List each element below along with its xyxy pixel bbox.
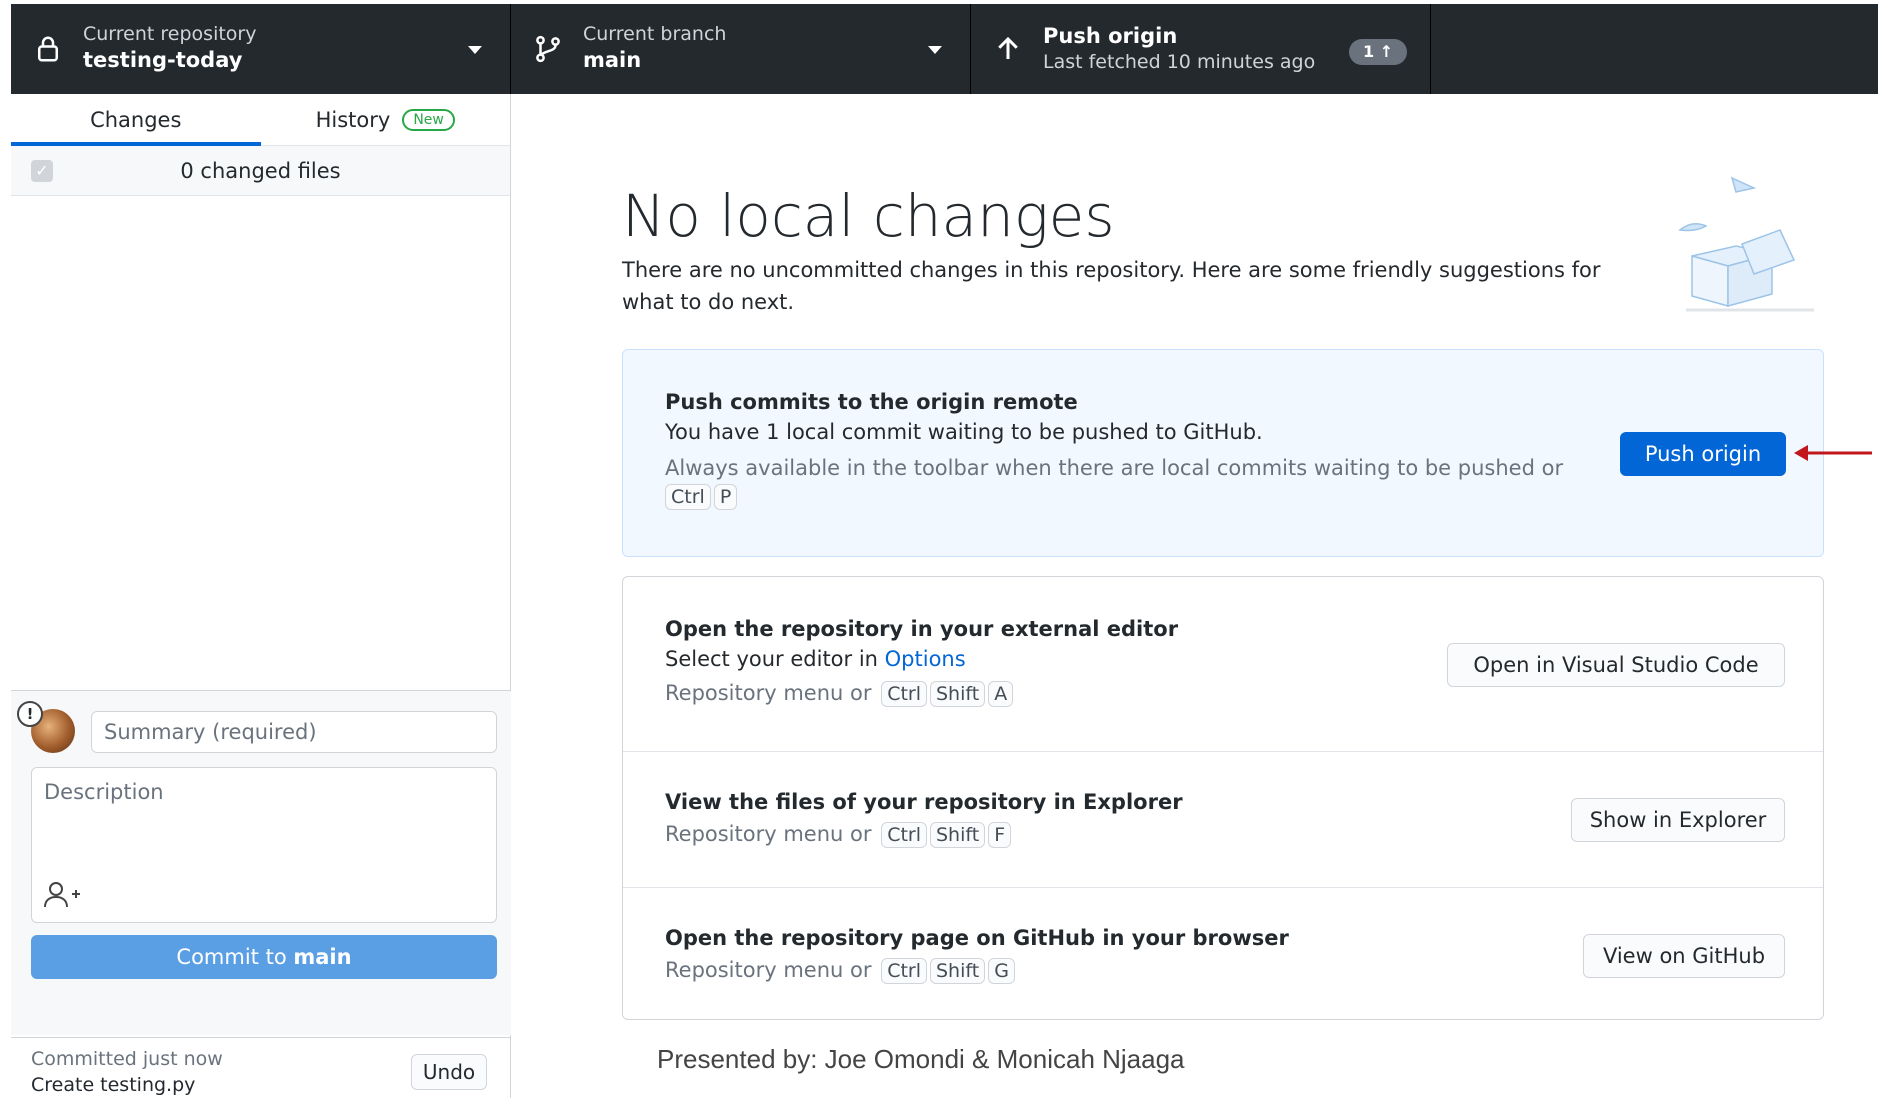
commit-button-prefix: Commit to	[176, 945, 294, 969]
tab-history-label: History	[315, 107, 391, 132]
git-branch-icon	[536, 35, 560, 63]
github-row: Open the repository page on GitHub in yo…	[623, 887, 1823, 1021]
page-subtitle: There are no uncommitted changes in this…	[622, 258, 1601, 314]
empty-state-illustration	[1678, 176, 1814, 312]
main-content: No local changes There are no uncommitte…	[512, 94, 1878, 1098]
shortcut-key: Shift	[930, 681, 986, 707]
shortcut-key: F	[988, 822, 1012, 848]
last-commit-time: Committed just now	[31, 1048, 223, 1070]
new-badge: New	[402, 108, 455, 131]
open-in-editor-button[interactable]: Open in Visual Studio Code	[1447, 643, 1785, 687]
editor-card-title: Open the repository in your external edi…	[665, 617, 1179, 641]
shortcut-key: Shift	[930, 822, 986, 848]
push-card-hint-text: Always available in the toolbar when the…	[665, 456, 1564, 480]
select-all-checkbox[interactable]: ✓	[31, 160, 53, 182]
shortcut-key: A	[988, 681, 1014, 707]
changed-files-header: ✓ 0 changed files	[11, 146, 510, 196]
push-card-description: You have 1 local commit waiting to be pu…	[665, 420, 1263, 444]
shortcut-key: G	[988, 958, 1015, 984]
github-card-title: Open the repository page on GitHub in yo…	[665, 926, 1289, 950]
undo-button[interactable]: Undo	[411, 1054, 487, 1090]
chevron-down-icon	[468, 46, 482, 54]
explorer-card-title: View the files of your repository in Exp…	[665, 790, 1183, 814]
options-link[interactable]: Options	[885, 647, 966, 671]
shortcut-key: Ctrl	[881, 822, 927, 848]
presenter-caption: Presented by: Joe Omondi & Monicah Njaag…	[657, 1044, 1185, 1074]
commit-button[interactable]: Commit to main	[31, 935, 497, 979]
shortcut-key: Shift	[930, 958, 986, 984]
add-coauthor-icon[interactable]	[42, 880, 82, 910]
warning-icon[interactable]: !	[17, 701, 43, 727]
current-branch-label: Current branch	[583, 23, 727, 45]
push-origin-button[interactable]: Push origin Last fetched 10 minutes ago …	[971, 4, 1431, 94]
sidebar: Changes History New ✓ 0 changed files ! …	[11, 94, 511, 1098]
explorer-card-hint-text: Repository menu or	[665, 822, 872, 846]
arrow-up-icon	[998, 36, 1018, 59]
push-card-hint: Always available in the toolbar when the…	[665, 454, 1585, 510]
description-input[interactable]: Description	[31, 767, 497, 923]
show-in-explorer-button[interactable]: Show in Explorer	[1571, 798, 1785, 842]
summary-input[interactable]: Summary (required)	[91, 711, 497, 753]
push-commits-card: Push commits to the origin remote You ha…	[622, 349, 1824, 557]
editor-card-hint-text: Repository menu or	[665, 681, 872, 705]
editor-card-hint: Repository menu or Ctrl Shift A	[665, 681, 1014, 707]
sidebar-tabs: Changes History New	[11, 94, 510, 146]
commit-message-area: ! Summary (required) Description Commit …	[11, 690, 511, 1035]
explorer-card-hint: Repository menu or Ctrl Shift F	[665, 822, 1012, 848]
push-card-title: Push commits to the origin remote	[665, 390, 1078, 414]
last-commit-title: Create testing.py	[31, 1074, 196, 1096]
commits-ahead-badge: 1 ↑	[1349, 39, 1408, 65]
current-branch-dropdown[interactable]: Current branch main	[511, 4, 971, 94]
external-editor-row: Open the repository in your external edi…	[623, 577, 1823, 751]
toolbar: Current repository testing-today Current…	[11, 4, 1878, 94]
shortcut-key: Ctrl	[881, 958, 927, 984]
editor-card-description: Select your editor in Options	[665, 647, 966, 671]
last-fetched-text: Last fetched 10 minutes ago	[1043, 51, 1316, 73]
github-card-hint-text: Repository menu or	[665, 958, 872, 982]
changed-files-count: 0 changed files	[180, 158, 341, 183]
current-branch-value: main	[583, 48, 642, 72]
page-title: No local changes	[622, 182, 1115, 250]
tab-history[interactable]: History New	[261, 94, 511, 145]
view-on-github-button[interactable]: View on GitHub	[1583, 934, 1785, 978]
tab-changes-label: Changes	[90, 107, 182, 132]
tab-changes[interactable]: Changes	[11, 94, 261, 146]
suggestions-card: Open the repository in your external edi…	[622, 576, 1824, 1020]
editor-card-description-text: Select your editor in	[665, 647, 885, 671]
description-placeholder: Description	[44, 780, 164, 804]
lock-icon	[38, 36, 58, 62]
github-card-hint: Repository menu or Ctrl Shift G	[665, 958, 1015, 984]
shortcut-key: P	[713, 484, 738, 510]
last-commit-panel: Committed just now Create testing.py Und…	[11, 1037, 511, 1098]
push-origin-label: Push origin	[1043, 24, 1178, 48]
current-repository-dropdown[interactable]: Current repository testing-today	[11, 4, 511, 94]
push-origin-card-button[interactable]: Push origin	[1620, 432, 1786, 476]
annotation-arrow-icon	[1794, 445, 1872, 461]
shortcut-key: Ctrl	[665, 484, 711, 510]
current-repository-label: Current repository	[83, 23, 257, 45]
explorer-row: View the files of your repository in Exp…	[623, 751, 1823, 887]
chevron-down-icon	[928, 46, 942, 54]
shortcut-key: Ctrl	[881, 681, 927, 707]
commit-button-branch: main	[293, 945, 352, 969]
current-repository-value: testing-today	[83, 48, 243, 72]
